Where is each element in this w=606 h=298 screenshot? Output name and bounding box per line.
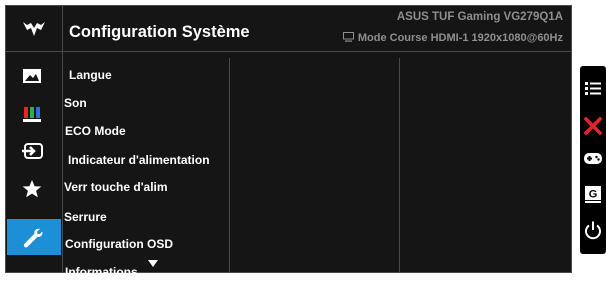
key-guide: G — [580, 66, 606, 254]
menu-item-power-key-lock[interactable]: Verr touche d'alim — [64, 180, 168, 194]
status-line: Mode Course HDMI-1 1920x1080@60Hz — [342, 32, 563, 44]
sidebar-item-image[interactable] — [7, 60, 61, 96]
tuf-logo — [6, 6, 62, 52]
page-title: Configuration Système — [69, 23, 250, 41]
monitor-icon — [342, 32, 354, 42]
star-icon — [22, 180, 42, 198]
svg-text:G: G — [589, 189, 598, 201]
menu-item-osd-setup[interactable]: Configuration OSD — [65, 237, 173, 251]
sidebar-item-input[interactable] — [7, 134, 61, 170]
menu-item-language[interactable]: Langue — [69, 68, 112, 82]
sidebar-item-favorite[interactable] — [7, 171, 61, 207]
menu-icon — [585, 82, 601, 95]
sidebar — [6, 6, 63, 272]
status-text: Mode Course HDMI-1 1920x1080@60Hz — [357, 32, 563, 44]
column-divider — [229, 58, 230, 272]
menu-item-key-lock[interactable]: Serrure — [64, 210, 107, 224]
menu-key[interactable] — [583, 78, 603, 98]
column-divider — [399, 58, 400, 272]
scroll-down-icon[interactable] — [148, 260, 158, 267]
image-icon — [23, 69, 41, 83]
gamevisual-key[interactable]: G — [583, 184, 603, 204]
sidebar-item-system-setup[interactable] — [7, 219, 61, 255]
menu-item-eco-mode[interactable]: ECO Mode — [65, 124, 126, 138]
gamepad-icon — [584, 153, 602, 164]
color-bars-icon — [23, 107, 41, 122]
power-icon — [585, 221, 601, 240]
osd-panel: Configuration Système ASUS TUF Gaming VG… — [5, 5, 572, 279]
power-key[interactable] — [583, 220, 603, 240]
wrench-icon — [23, 228, 43, 248]
sidebar-item-color[interactable] — [7, 97, 61, 133]
gameplus-icon: G — [585, 186, 601, 203]
input-source-icon — [22, 143, 43, 159]
menu-item-information[interactable]: Informations — [65, 265, 138, 279]
menu-item-power-indicator[interactable]: Indicateur d'alimentation — [68, 153, 210, 167]
header: Configuration Système ASUS TUF Gaming VG… — [63, 6, 571, 52]
gameplus-key[interactable] — [583, 148, 603, 168]
monitor-model: ASUS TUF Gaming VG279Q1A — [396, 11, 563, 23]
close-icon — [583, 116, 603, 136]
menu-item-sound[interactable]: Son — [64, 96, 87, 110]
close-key[interactable] — [583, 116, 603, 136]
